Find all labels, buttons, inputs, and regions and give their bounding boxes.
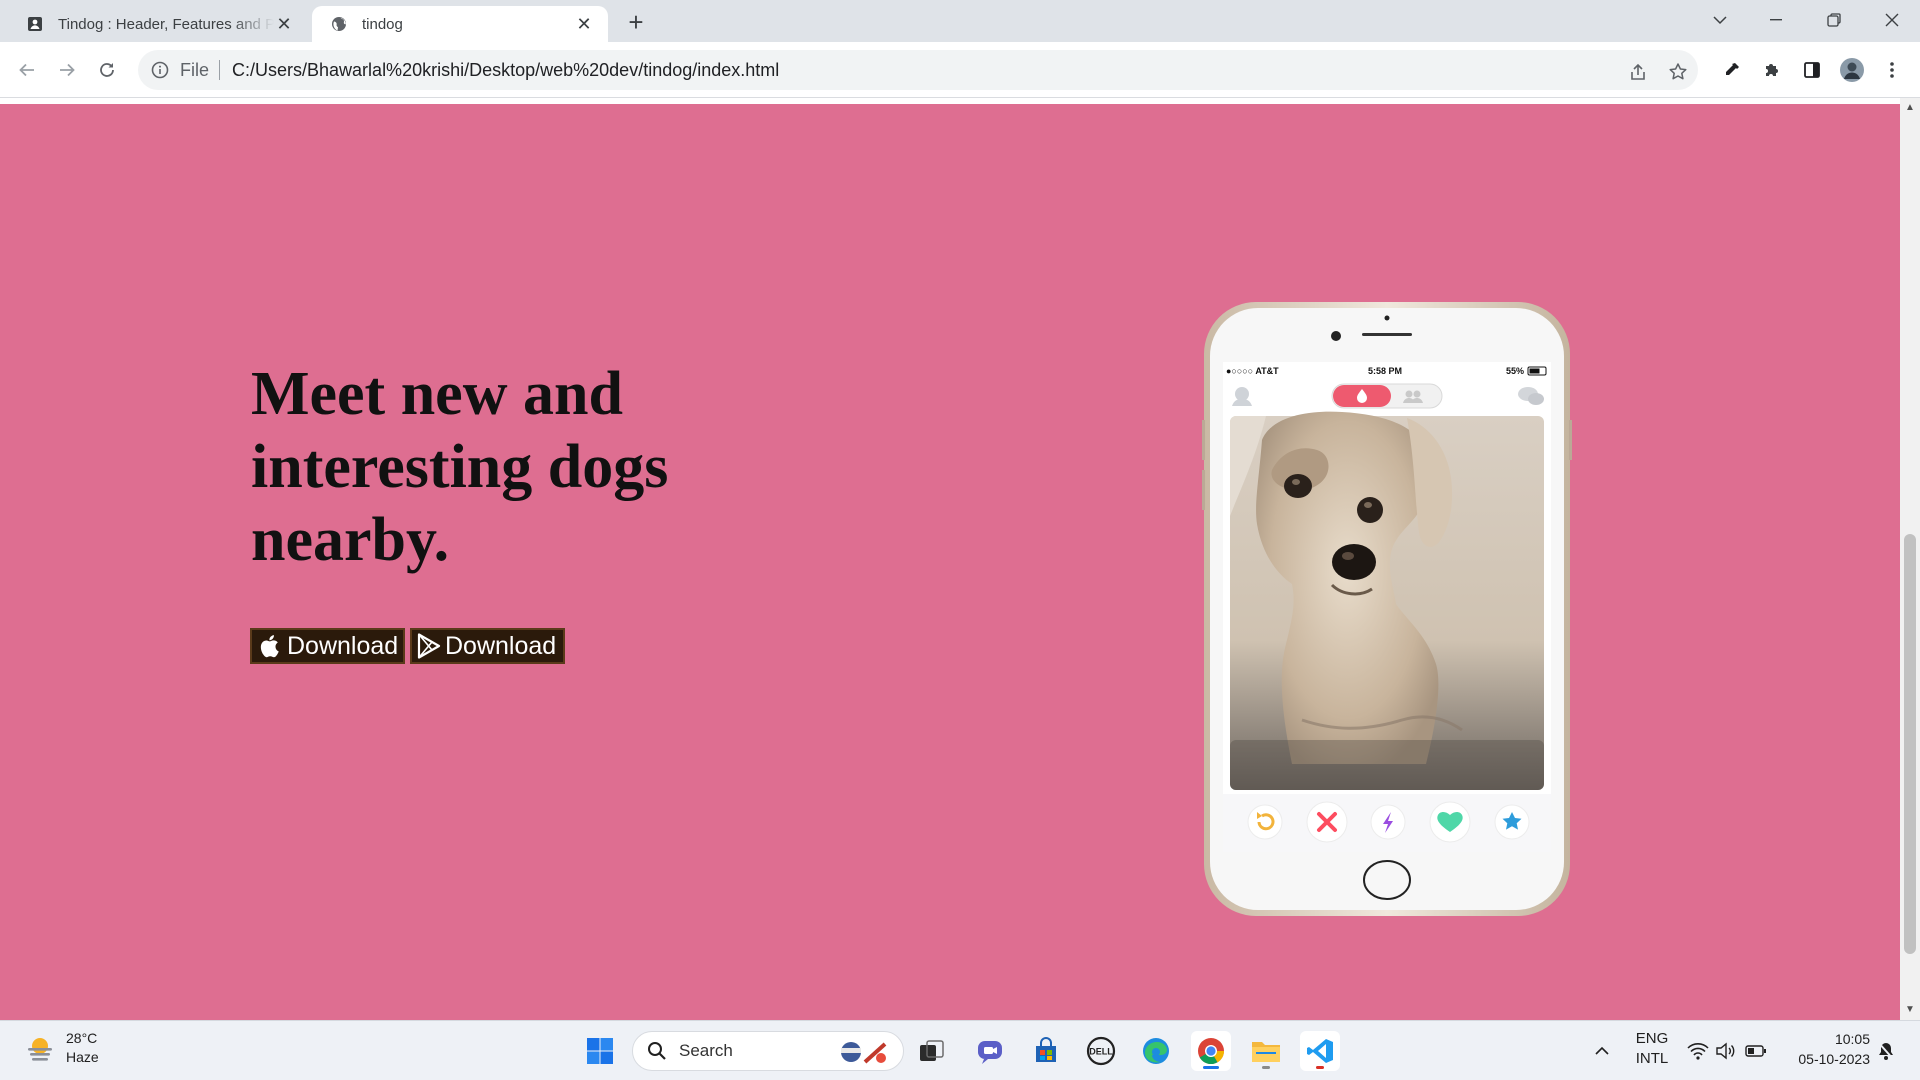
minimize-button[interactable] [1748, 0, 1804, 40]
new-tab-button[interactable]: + [622, 7, 650, 37]
windows-taskbar: 28°C Haze Search DELL ENG INTL 10:05 05-… [0, 1020, 1920, 1080]
google-play-download-label: Download [445, 631, 557, 660]
search-icon [648, 1042, 666, 1060]
apple-download-button[interactable]: Download [250, 628, 405, 664]
back-button[interactable] [11, 54, 43, 86]
browser-toolbar: File C:/Users/Bhawarlal%20krishi/Desktop… [0, 42, 1920, 98]
microsoft-store-icon[interactable] [1026, 1031, 1066, 1071]
language-code: ENG [1635, 1030, 1669, 1047]
weather-condition: Haze [66, 1049, 99, 1065]
clock-time: 10:05 [1834, 1031, 1870, 1047]
svg-text:DELL: DELL [1089, 1047, 1113, 1057]
restore-button[interactable] [1806, 0, 1862, 40]
page-viewport: Meet new and interesting dogs nearby. Do… [0, 98, 1920, 1020]
close-window-button[interactable] [1864, 0, 1920, 40]
side-panel-icon[interactable] [1796, 54, 1828, 86]
google-play-download-button[interactable]: Download [410, 628, 565, 664]
haze-weather-icon [28, 1038, 52, 1061]
document-icon [26, 15, 44, 33]
share-icon[interactable] [1622, 56, 1654, 88]
info-icon[interactable] [150, 60, 170, 80]
browser-tab-strip: Tindog : Header, Features and Pricing ✕ … [0, 0, 1920, 42]
battery-icon[interactable] [1736, 1031, 1776, 1071]
active-indicator [1203, 1066, 1219, 1069]
edge-browser-icon[interactable] [1136, 1031, 1176, 1071]
phone-time-text: 5:58 PM [1368, 366, 1402, 376]
tab-tindog-features[interactable]: Tindog : Header, Features and Pricing ✕ [8, 6, 308, 42]
clock-date: 05-10-2023 [1798, 1051, 1870, 1067]
page-scrollbar[interactable]: ▲ ▼ [1900, 98, 1920, 1020]
google-play-icon [416, 633, 442, 659]
tab-title: Tindog : Header, Features and Pricing [58, 15, 274, 33]
hero-headline: Meet new and interesting dogs nearby. [251, 360, 669, 574]
bookmark-star-icon[interactable] [1662, 56, 1694, 88]
close-icon[interactable]: ✕ [274, 14, 294, 34]
task-view-icon[interactable] [912, 1031, 952, 1071]
address-bar[interactable]: File C:/Users/Bhawarlal%20krishi/Desktop… [138, 50, 1698, 90]
search-highlight-icon [841, 1042, 887, 1064]
notification-bell-icon[interactable] [1866, 1031, 1906, 1071]
phone-carrier-text: ●○○○○ AT&T [1226, 366, 1279, 376]
system-clock[interactable]: 10:05 05-10-2023 [1780, 1029, 1870, 1069]
profile-avatar-icon[interactable] [1836, 54, 1868, 86]
keyboard-layout: INTL [1635, 1050, 1669, 1067]
file-explorer-icon[interactable] [1246, 1031, 1286, 1071]
vscode-icon[interactable] [1300, 1031, 1340, 1071]
menu-kebab-icon[interactable] [1876, 54, 1908, 86]
chevron-down-icon[interactable] [1692, 0, 1748, 40]
hero-section: Meet new and interesting dogs nearby. Do… [0, 104, 1900, 1020]
scroll-up-arrow-icon[interactable]: ▲ [1904, 102, 1916, 114]
running-indicator [1262, 1066, 1270, 1069]
close-icon[interactable]: ✕ [574, 14, 594, 34]
taskbar-search-box[interactable]: Search [632, 1031, 904, 1071]
scheme-label: File [180, 59, 210, 80]
weather-temperature: 28°C [66, 1030, 98, 1046]
apple-icon [258, 633, 284, 659]
iphone-mockup-image: ●○○○○ AT&T 5:58 PM 55% [1202, 300, 1572, 918]
tab-title: tindog [362, 15, 403, 33]
reload-button[interactable] [91, 54, 123, 86]
scroll-down-arrow-icon[interactable]: ▼ [1904, 1004, 1916, 1016]
url-text[interactable]: C:/Users/Bhawarlal%20krishi/Desktop/web%… [232, 60, 779, 81]
dell-icon[interactable]: DELL [1081, 1031, 1121, 1071]
eyedropper-icon[interactable] [1716, 54, 1748, 86]
search-placeholder: Search [679, 1041, 733, 1060]
teams-chat-icon[interactable] [970, 1031, 1010, 1071]
weather-widget[interactable]: 28°C Haze [24, 1029, 99, 1067]
running-indicator [1316, 1066, 1324, 1069]
forward-button[interactable] [51, 54, 83, 86]
windows-start-icon[interactable] [580, 1031, 620, 1071]
extensions-puzzle-icon[interactable] [1756, 54, 1788, 86]
chevron-up-icon[interactable] [1582, 1031, 1622, 1071]
globe-icon [330, 15, 348, 33]
phone-battery-text: 55% [1506, 366, 1524, 376]
apple-download-label: Download [287, 631, 399, 660]
tab-tindog[interactable]: tindog ✕ [312, 6, 608, 42]
scrollbar-thumb[interactable] [1904, 534, 1916, 954]
divider [219, 60, 221, 80]
chrome-icon[interactable] [1191, 1031, 1231, 1071]
input-language-indicator[interactable]: ENG INTL [1634, 1029, 1670, 1069]
